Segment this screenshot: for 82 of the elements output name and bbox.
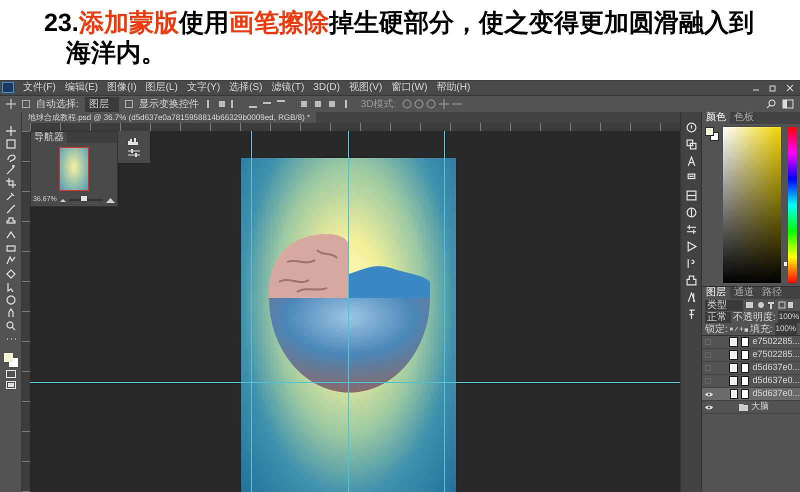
blend-mode-dropdown[interactable]: 正常 xyxy=(705,312,731,322)
sliders-icon[interactable] xyxy=(128,149,140,157)
menu-item[interactable]: 滤镜(T) xyxy=(272,80,304,95)
layer-name: d5d637e0... xyxy=(752,387,800,400)
panel-tab[interactable]: 路径 xyxy=(758,287,786,299)
screen-mode-icon[interactable] xyxy=(6,381,16,389)
menu-item[interactable]: 文件(F) xyxy=(23,80,56,95)
panel-icon[interactable] xyxy=(686,122,696,133)
opacity-label: 不透明度: xyxy=(733,310,776,324)
panel-tab[interactable]: 色板 xyxy=(730,112,758,124)
panel-icon[interactable] xyxy=(686,241,696,252)
zoom-slider-thumb[interactable] xyxy=(81,196,88,201)
show-transform-checkbox[interactable] xyxy=(124,100,133,108)
app-logo xyxy=(2,82,14,93)
eye-icon[interactable] xyxy=(705,392,713,396)
menu-item[interactable]: 3D(D) xyxy=(313,80,340,95)
layer-row[interactable]: d5d637e0... xyxy=(702,362,800,375)
layer-filter-icons-drawing[interactable] xyxy=(746,301,794,309)
layer-row[interactable]: e7502285... xyxy=(702,349,800,362)
menu-item[interactable]: 图层(L) xyxy=(146,80,178,95)
panel-tab[interactable]: 图层 xyxy=(702,287,730,299)
menu-item[interactable]: 图像(I) xyxy=(107,80,137,95)
panel-tab[interactable]: 通道 xyxy=(730,287,758,299)
hue-slider-thumb[interactable] xyxy=(784,262,788,266)
auto-select-dropdown[interactable]: 图层 xyxy=(84,96,119,112)
opacity-field[interactable]: 100% xyxy=(778,311,800,323)
filter-dropdown[interactable]: 类型 xyxy=(705,300,743,310)
panel-icon[interactable] xyxy=(686,207,696,218)
panel-tab[interactable]: 导航器 xyxy=(31,132,67,143)
menu-item[interactable]: 视图(V) xyxy=(348,80,382,95)
tool-icon[interactable] xyxy=(6,191,16,201)
menu-item[interactable]: 帮助(H) xyxy=(436,80,470,95)
tool-icon[interactable] xyxy=(6,165,16,175)
navigator-thumbnail xyxy=(59,146,89,190)
auto-select-checkbox[interactable] xyxy=(22,100,30,108)
show-transform-label: 显示变换控件 xyxy=(138,98,199,112)
eye-icon[interactable] xyxy=(705,404,713,410)
menu-item[interactable]: 窗口(W) xyxy=(391,80,428,95)
restore-icon[interactable] xyxy=(769,84,777,92)
panel-icon[interactable] xyxy=(686,190,696,201)
zoom-out-icon[interactable] xyxy=(60,198,66,202)
panel-icon[interactable] xyxy=(686,224,696,235)
fill-label: 填充: xyxy=(750,322,773,336)
move-tool-icon[interactable] xyxy=(6,99,16,109)
lock-options-drawing[interactable] xyxy=(730,325,748,333)
panel-icon[interactable] xyxy=(686,156,696,167)
histogram-icon[interactable] xyxy=(128,137,140,145)
quick-mask-icon[interactable] xyxy=(6,370,16,378)
close-icon[interactable] xyxy=(786,84,794,92)
3d-mode-label: 3D模式: xyxy=(360,98,396,112)
search-icon[interactable] xyxy=(766,99,776,109)
document-tab[interactable]: 地球合成教程.psd @ 36.7% (d5d637e0a7815958814b66329b0009ed, RGB/8) * xyxy=(22,112,316,123)
layer-row[interactable]: 大脑 xyxy=(702,401,800,414)
fill-field[interactable]: 100% xyxy=(774,323,797,335)
auto-select-label: 自动选择: xyxy=(36,98,79,112)
foreground-color-swatch[interactable] xyxy=(4,353,12,362)
layer-name: 大脑 xyxy=(751,400,769,414)
layer-name: d5d637e0... xyxy=(752,361,800,374)
tool-icon[interactable] xyxy=(6,321,16,331)
zoom-in-icon[interactable] xyxy=(106,198,115,202)
layer-row[interactable]: d5d637e0... xyxy=(702,388,800,401)
lock-label: 锁定: xyxy=(705,322,728,336)
panel-icon[interactable] xyxy=(686,292,696,303)
menu-item[interactable]: 编辑(E) xyxy=(64,80,98,95)
panel-icon[interactable] xyxy=(686,275,696,286)
menu-item[interactable]: 选择(S) xyxy=(229,80,262,95)
color-field[interactable] xyxy=(722,127,782,283)
tool-icon[interactable] xyxy=(6,178,16,188)
panel-icon[interactable] xyxy=(686,139,696,150)
layer-name: e7502285... xyxy=(752,348,800,362)
panel-icon[interactable] xyxy=(686,258,696,269)
layer-row[interactable]: e7502285... xyxy=(702,336,800,349)
layer-name: e7502285... xyxy=(752,335,800,348)
folder-icon xyxy=(739,404,748,410)
tutorial-step-heading: 23.添加蒙版使用画笔擦除掉生硬部分，使之变得更加圆滑融入到海洋内。 xyxy=(44,8,755,68)
panel-tab[interactable]: 颜色 xyxy=(702,112,730,124)
foreground-color-swatch[interactable] xyxy=(705,127,714,136)
menu-item[interactable]: 文字(Y) xyxy=(186,80,220,95)
3d-tools-drawing[interactable] xyxy=(402,99,462,109)
tool-icon[interactable] xyxy=(6,126,16,136)
layer-name: d5d637e0... xyxy=(752,374,800,388)
workspace-icon[interactable] xyxy=(782,99,794,109)
